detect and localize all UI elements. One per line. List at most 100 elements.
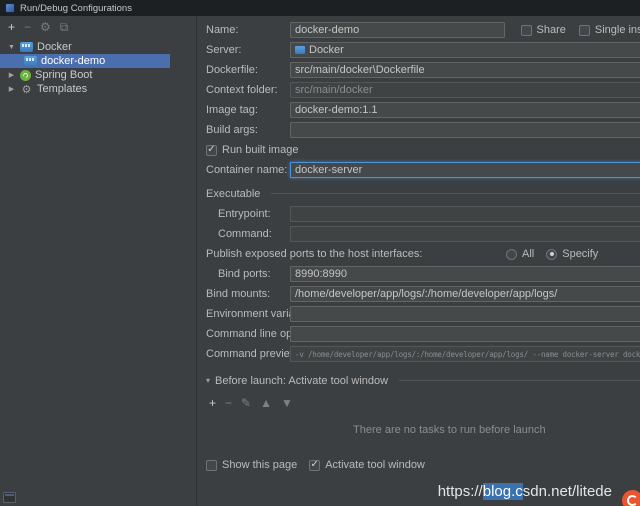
check-icon: ✓ (207, 144, 215, 155)
add-task-button[interactable]: + (209, 397, 216, 409)
activate-tool-window-label: Activate tool window (325, 459, 425, 471)
executable-section-header: Executable (206, 185, 640, 202)
tree-item-label: Templates (37, 83, 87, 95)
docker-icon (295, 46, 305, 54)
container-name-row: Container name: (206, 162, 640, 178)
dialog-icon (5, 3, 15, 13)
container-name-input[interactable] (290, 162, 640, 178)
add-configuration-button[interactable]: + (8, 21, 15, 33)
settings-icon[interactable]: ⚙ (40, 21, 51, 33)
separator-line (271, 193, 640, 194)
run-built-image-row: ✓ Run built image (206, 142, 640, 158)
context-folder-field (290, 82, 640, 98)
name-row: Name: ✓ Share ✓ Single instance only (206, 22, 640, 38)
specify-label: Specify (562, 248, 598, 260)
dockerfile-label: Dockerfile: (206, 64, 290, 76)
watermark-post: sdn.net/litede (523, 483, 612, 500)
tree-item-docker-group[interactable]: ▼ Docker (0, 40, 196, 54)
build-args-input[interactable] (290, 122, 640, 138)
single-instance-label: Single instance only (595, 24, 640, 36)
edit-task-button[interactable]: ✎ (241, 397, 251, 409)
configurations-tree: ▼ Docker docker-demo ▶ Spring Boot ▶ ⚙ T… (0, 40, 196, 96)
server-row: Server: Docker ▼ … (206, 42, 640, 58)
name-label: Name: (206, 24, 290, 36)
bind-mounts-label: Bind mounts: (206, 288, 290, 300)
checkbox-box: ✓ (206, 145, 217, 156)
tree-collapse-icon[interactable]: ▶ (7, 85, 16, 93)
window-icon (3, 492, 16, 503)
build-args-label: Build args: (206, 124, 290, 136)
tree-collapse-icon[interactable]: ▶ (7, 71, 16, 79)
environment-variables-label: Environment variables: (206, 308, 290, 320)
run-built-image-label: Run built image (222, 144, 298, 156)
command-preview-field: -v /home/developer/app/logs/:/home/devel… (290, 346, 640, 362)
environment-variables-input[interactable] (290, 306, 640, 322)
dockerfile-combobox[interactable]: src/main/docker\Dockerfile ▼ (290, 62, 640, 78)
single-instance-checkbox[interactable]: ✓ Single instance only (579, 24, 640, 36)
specify-radio[interactable]: Specify (546, 248, 598, 260)
check-icon: ✓ (311, 459, 319, 470)
tree-item-docker-demo[interactable]: docker-demo (0, 54, 170, 68)
command-line-options-input[interactable] (290, 326, 640, 342)
all-label: All (522, 248, 534, 260)
checkbox-box: ✓ (579, 25, 590, 36)
no-tasks-message: There are no tasks to run before launch (206, 424, 640, 436)
footer-checkboxes: ✓ Show this page ✓ Activate tool window (206, 459, 640, 471)
publish-ports-radios: All Specify (506, 248, 598, 260)
tree-expand-icon[interactable]: ▼ (7, 44, 16, 51)
checkbox-box: ✓ (206, 460, 217, 471)
titlebar: Run/Debug Configurations (0, 0, 640, 16)
server-value: Docker (305, 44, 640, 56)
show-this-page-checkbox[interactable]: ✓ Show this page (206, 459, 297, 471)
command-preview-row: Command preview: -v /home/developer/app/… (206, 346, 640, 362)
dockerfile-value: src/main/docker\Dockerfile (291, 64, 640, 76)
publish-ports-label: Publish exposed ports to the host interf… (206, 248, 506, 260)
run-debug-configurations-dialog: Run/Debug Configurations + − ⚙ ⧉ ▼ Docke… (0, 0, 640, 506)
dockerfile-row: Dockerfile: src/main/docker\Dockerfile ▼ (206, 62, 640, 78)
radio-dot (506, 249, 517, 260)
radio-dot (546, 249, 557, 260)
image-tag-row: Image tag: (206, 102, 640, 118)
bind-ports-label: Bind ports: (206, 268, 290, 280)
bind-mounts-input[interactable] (290, 286, 640, 302)
copy-configuration-button[interactable]: ⧉ (60, 21, 69, 33)
before-launch-header[interactable]: ▾ Before launch: Activate tool window (206, 372, 640, 389)
executable-title: Executable (206, 188, 260, 200)
command-label: Command: (206, 228, 290, 240)
watermark: https://blog.csdn.net/litede (438, 483, 612, 500)
top-checkboxes: ✓ Share ✓ Single instance only (521, 24, 640, 36)
spring-boot-icon (20, 70, 31, 81)
before-launch-title: Before launch: Activate tool window (215, 375, 388, 387)
image-tag-input[interactable] (290, 102, 640, 118)
activate-tool-window-checkbox[interactable]: ✓ Activate tool window (309, 459, 425, 471)
bind-ports-row: Bind ports: (206, 266, 640, 282)
command-row: Command: (206, 226, 640, 242)
share-checkbox[interactable]: ✓ Share (521, 24, 566, 36)
wrench-icon: ⚙ (20, 83, 33, 96)
configuration-form: Name: ✓ Share ✓ Single instance only Ser… (197, 16, 640, 506)
move-up-button[interactable]: ▲ (260, 397, 272, 409)
entrypoint-row: Entrypoint: (206, 206, 640, 222)
name-input[interactable] (290, 22, 505, 38)
tree-item-spring-boot[interactable]: ▶ Spring Boot (0, 68, 196, 82)
sidebar-toolbar: + − ⚙ ⧉ (0, 19, 196, 37)
watermark-highlight: blog.c (483, 483, 523, 500)
all-radio[interactable]: All (506, 248, 534, 260)
checkbox-box: ✓ (309, 460, 320, 471)
entrypoint-field (290, 206, 640, 222)
show-this-page-label: Show this page (222, 459, 297, 471)
remove-configuration-button[interactable]: − (24, 21, 31, 33)
collapse-icon[interactable]: ▾ (206, 376, 210, 385)
build-args-row: Build args: (206, 122, 640, 138)
server-label: Server: (206, 44, 290, 56)
server-combobox[interactable]: Docker ▼ (290, 42, 640, 58)
move-down-button[interactable]: ▼ (281, 397, 293, 409)
separator-line (399, 380, 640, 381)
run-built-image-checkbox[interactable]: ✓ Run built image (206, 144, 298, 156)
bind-ports-input[interactable] (290, 266, 640, 282)
entrypoint-label: Entrypoint: (206, 208, 290, 220)
remove-task-button[interactable]: − (225, 397, 232, 409)
csdn-logo (622, 490, 640, 506)
tree-item-templates[interactable]: ▶ ⚙ Templates (0, 82, 196, 96)
command-line-options-row: Command line options: (206, 326, 640, 342)
